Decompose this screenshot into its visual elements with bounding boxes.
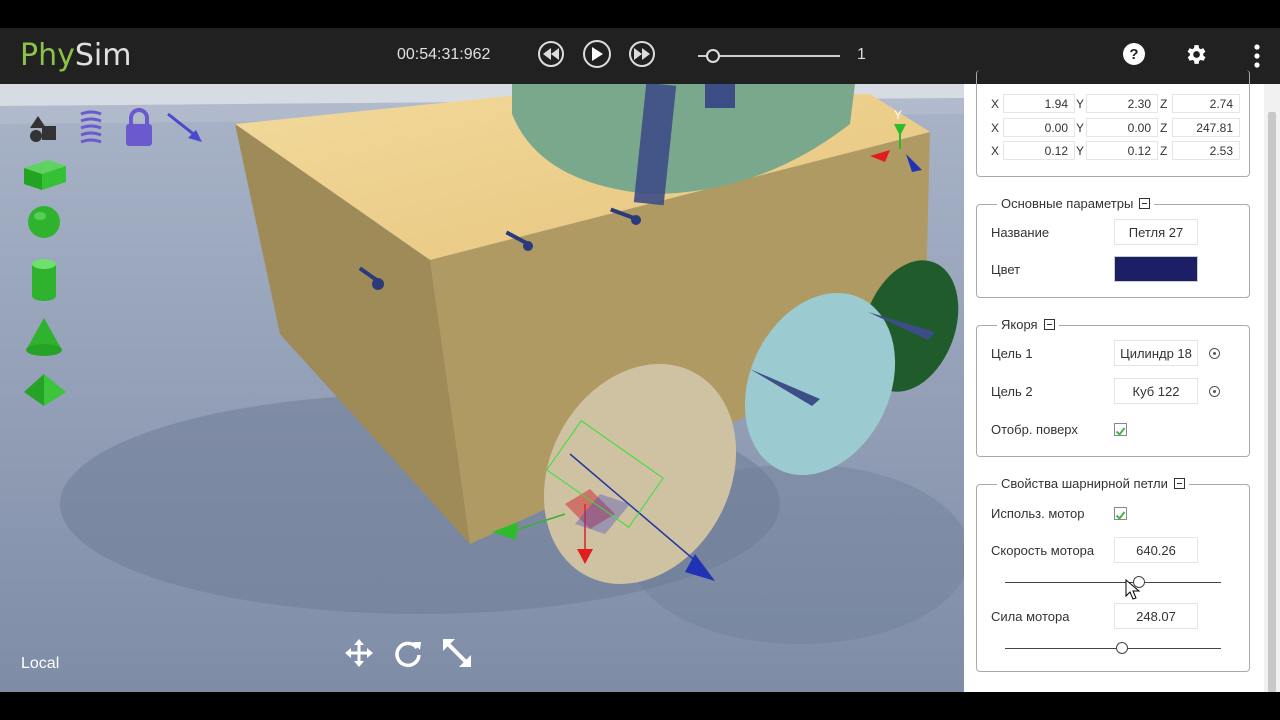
rewind-icon (543, 48, 559, 60)
pyramid-icon[interactable] (22, 372, 68, 408)
transform-field-x[interactable]: 0.12 (1003, 141, 1075, 160)
play-icon (592, 47, 603, 61)
cone-icon[interactable] (24, 316, 64, 358)
axis-label-z: Z (1160, 144, 1168, 158)
settings-button[interactable] (1183, 42, 1208, 72)
name-label: Название (991, 225, 1050, 240)
logo-sim: Sim (74, 38, 132, 73)
use-motor-label: Использ. мотор (991, 506, 1085, 521)
timeline-knob[interactable] (706, 49, 721, 63)
rotate-icon[interactable] (393, 638, 423, 668)
checkmark-icon (1115, 427, 1126, 437)
basic-params-header[interactable]: Основные параметры (997, 196, 1155, 211)
rewind-button[interactable] (538, 41, 564, 67)
name-field[interactable]: Петля 27 (1114, 219, 1198, 245)
use-motor-checkbox[interactable] (1114, 507, 1127, 521)
color-swatch[interactable] (1114, 256, 1198, 282)
help-button[interactable]: ? (1122, 42, 1146, 71)
mouse-cursor-icon (1125, 579, 1141, 600)
coordinate-mode-label[interactable]: Local (21, 655, 59, 673)
basic-params-section: Основные параметры Название Петля 27 Цве… (976, 196, 1250, 298)
anchors-title: Якоря (1001, 317, 1038, 332)
scene-render: Y (0, 84, 964, 692)
move-icon[interactable] (344, 638, 374, 668)
transform-field-z[interactable]: 2.74 (1172, 94, 1240, 113)
checkmark-icon (1115, 511, 1126, 521)
app-logo: PhySim (20, 38, 131, 73)
target2-field[interactable]: Куб 122 (1114, 378, 1198, 404)
axis-label-y: Y (1076, 121, 1085, 135)
target1-label: Цель 1 (991, 346, 1033, 361)
axis-label-x: X (991, 97, 1000, 111)
more-menu-button[interactable] (1254, 44, 1260, 73)
motor-force-label: Сила мотора (991, 609, 1070, 624)
collapse-icon[interactable] (1043, 319, 1055, 330)
motor-force-slider[interactable] (1005, 648, 1221, 649)
transform-field-z[interactable]: 2.53 (1172, 141, 1240, 160)
axis-label-z: Z (1160, 121, 1168, 135)
settings-icon (1187, 45, 1206, 64)
collapse-icon[interactable] (1139, 198, 1151, 209)
help-icon: ? (1123, 43, 1145, 65)
shapes-icon[interactable] (28, 114, 60, 144)
letterbox-top (0, 0, 1280, 28)
hinge-header[interactable]: Свойства шарнирной петли (997, 476, 1189, 491)
axis-label-y: Y (1076, 97, 1085, 111)
collapse-icon[interactable] (1173, 478, 1185, 489)
hinge-title: Свойства шарнирной петли (1001, 476, 1168, 491)
3d-viewport[interactable]: Y Local (0, 84, 964, 692)
letterbox-bottom (0, 692, 1280, 720)
transform-field-z[interactable]: 247.81 (1172, 118, 1240, 137)
target-picker-icon[interactable] (1209, 348, 1220, 359)
axis-label-x: X (991, 144, 1000, 158)
motor-speed-field[interactable]: 640.26 (1114, 537, 1198, 563)
logo-phy: Phy (20, 38, 75, 73)
transform-field-y[interactable]: 0.12 (1086, 141, 1158, 160)
cylinder-icon[interactable] (30, 258, 58, 302)
transform-field-y[interactable]: 2.30 (1086, 94, 1158, 113)
overlay-checkbox[interactable] (1114, 423, 1127, 437)
motor-speed-slider[interactable] (1005, 582, 1221, 583)
spring-icon[interactable] (78, 110, 104, 148)
fast-forward-button[interactable] (629, 41, 655, 67)
target-picker-icon[interactable] (1209, 386, 1220, 397)
fast-forward-icon (634, 48, 650, 60)
simulation-time: 00:54:31:962 (397, 46, 491, 63)
timeline-value: 1 (857, 46, 866, 63)
lock-icon[interactable] (124, 108, 154, 148)
target1-field[interactable]: Цилиндр 18 (1114, 340, 1198, 366)
scale-icon[interactable] (442, 638, 472, 668)
color-label: Цвет (991, 262, 1021, 277)
anchors-section: Якоря Цель 1 Цилиндр 18 Цель 2 Куб 122 О… (976, 317, 1250, 457)
sphere-icon[interactable] (26, 204, 62, 240)
panel-scrollbar-thumb[interactable] (1268, 112, 1276, 692)
motor-force-field[interactable]: 248.07 (1114, 603, 1198, 629)
axis-label-y: Y (1076, 144, 1085, 158)
target2-label: Цель 2 (991, 384, 1033, 399)
more-vert-icon (1254, 44, 1260, 68)
play-button[interactable] (583, 40, 611, 68)
hinge-section: Свойства шарнирной петли Использ. мотор … (976, 476, 1250, 672)
axis-label-y: Y (894, 108, 902, 122)
motor-force-knob[interactable] (1115, 642, 1128, 654)
box-icon[interactable] (22, 156, 68, 192)
arrow-icon[interactable] (166, 112, 204, 144)
axis-label-z: Z (1160, 97, 1168, 111)
transform-field-x[interactable]: 1.94 (1003, 94, 1075, 113)
motor-speed-label: Скорость мотора (991, 543, 1095, 558)
overlay-label: Отобр. поверх (991, 422, 1078, 437)
basic-params-title: Основные параметры (1001, 196, 1134, 211)
transform-field-x[interactable]: 0.00 (1003, 118, 1075, 137)
transform-field-y[interactable]: 0.00 (1086, 118, 1158, 137)
svg-text:?: ? (1129, 46, 1138, 63)
axis-label-x: X (991, 121, 1000, 135)
anchors-header[interactable]: Якоря (997, 317, 1059, 332)
